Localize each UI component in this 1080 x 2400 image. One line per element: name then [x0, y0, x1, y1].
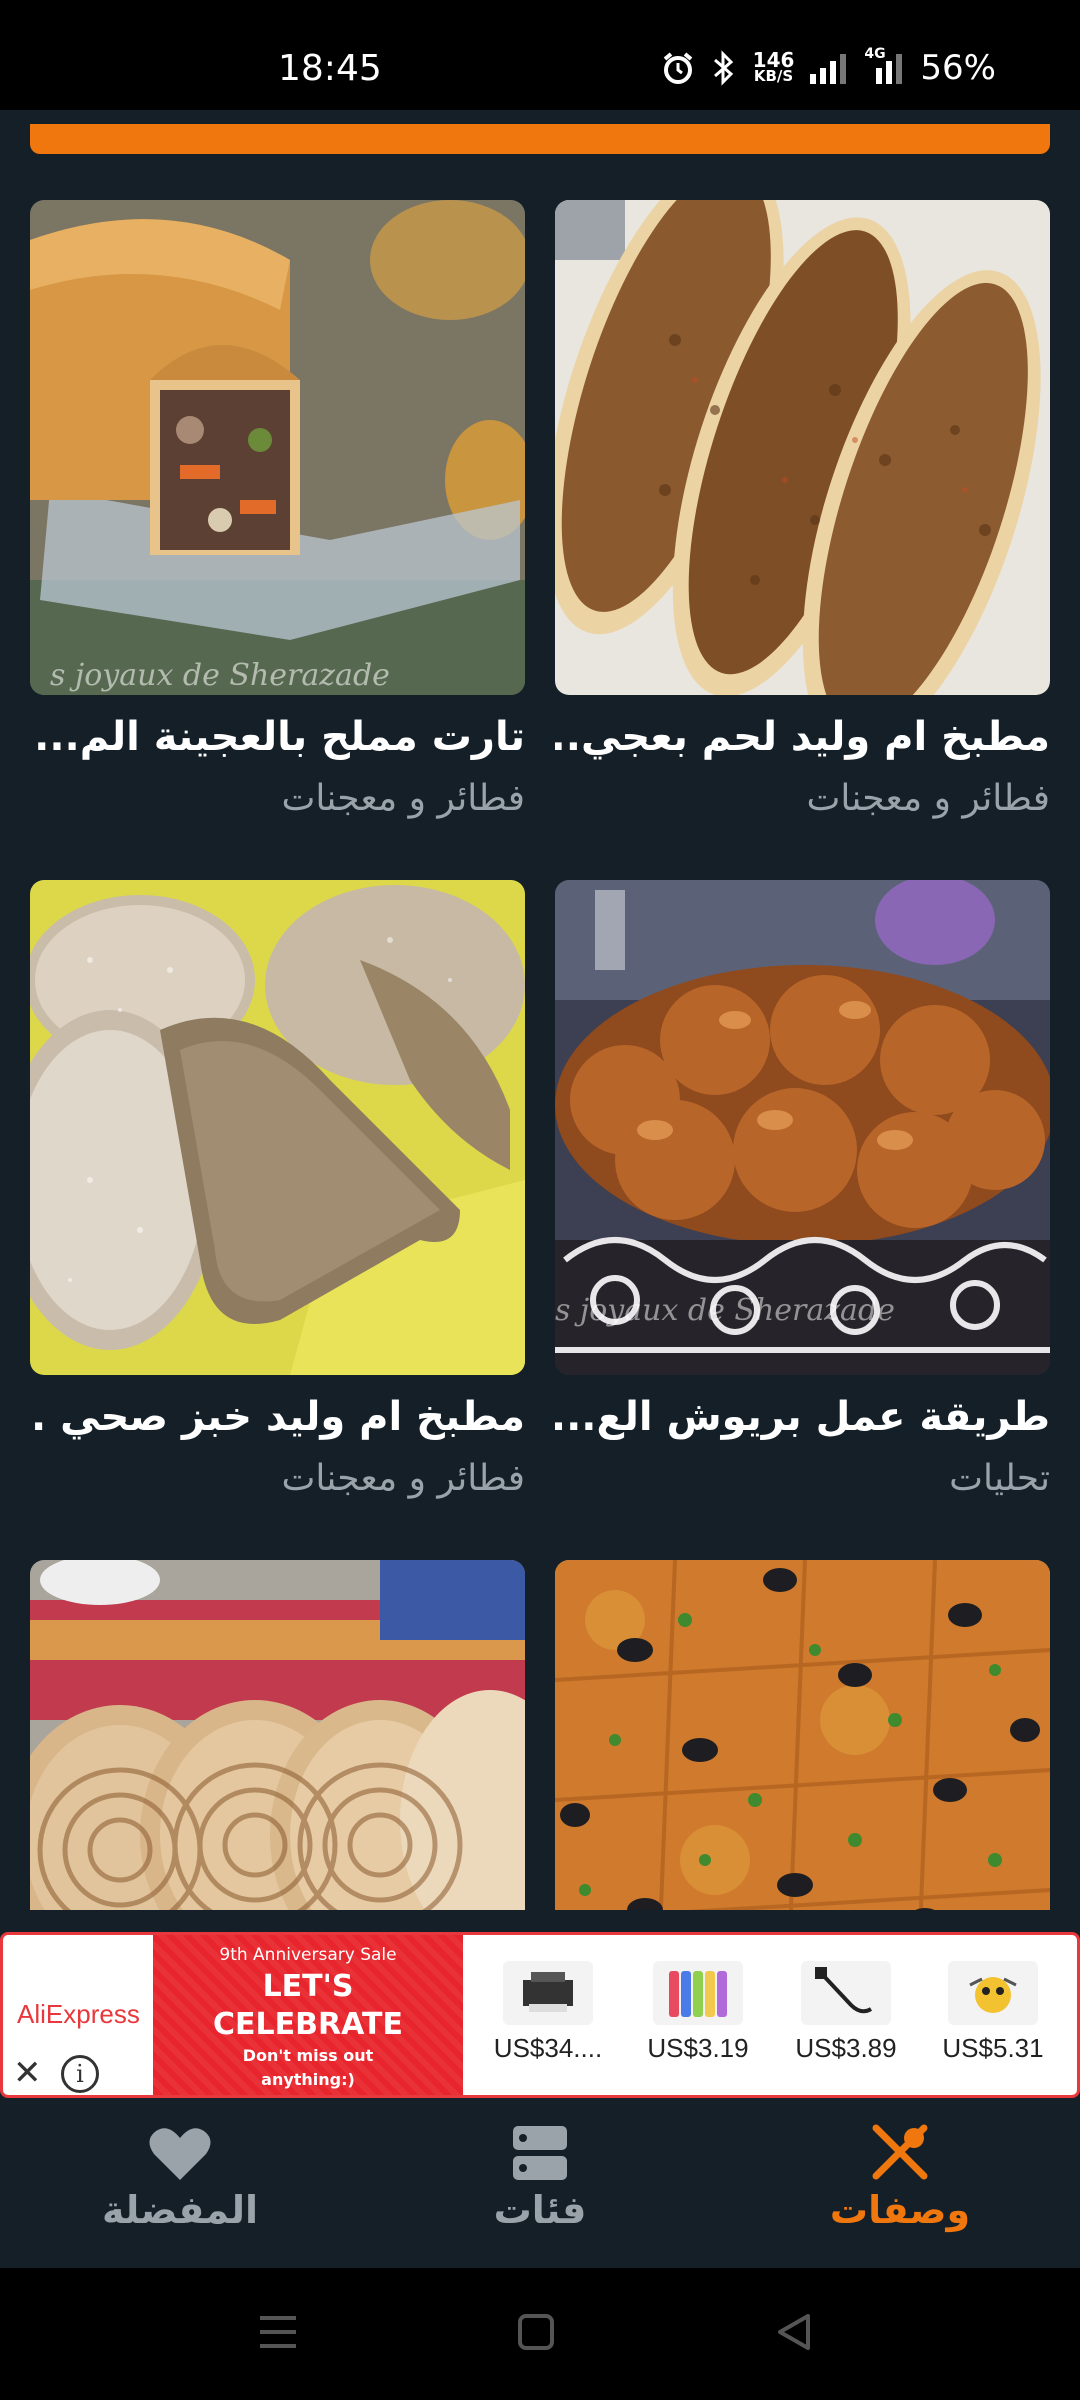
printer-product-icon: [503, 1961, 593, 2025]
fork-knife-icon: [770, 2112, 1030, 2182]
heart-icon: [50, 2112, 310, 2182]
ad-product[interactable]: US$3.89: [781, 1961, 911, 2064]
ad-close-icon[interactable]: ✕: [13, 2053, 42, 2093]
recipe-title[interactable]: طريقة عمل بريوش الع...: [555, 1394, 1050, 1440]
ad-sub-2: anything:): [261, 2070, 355, 2089]
nav-label: فئات: [493, 2188, 587, 2232]
net-speed-value: 146: [752, 48, 795, 72]
ad-product[interactable]: US$34....: [483, 1961, 613, 2064]
back-icon[interactable]: [774, 2312, 814, 2356]
recipe-title[interactable]: تارت مملح بالعجينة الم...: [30, 714, 525, 760]
recipe-card[interactable]: [555, 1560, 1050, 1910]
ad-product-price: US$3.89: [795, 2033, 897, 2063]
status-time: 18:45: [278, 48, 382, 89]
ad-promo-image[interactable]: 9th Anniversary Sale LET'S CELEBRATE Don…: [153, 1935, 463, 2095]
phone-case-product-icon: [653, 1961, 743, 2025]
brioche-watermark: s joyaux de Sherazade: [555, 1293, 895, 1328]
header-accent-bar: [30, 124, 1050, 154]
ad-sub-1: Don't miss out: [242, 2046, 374, 2065]
nav-item-categories[interactable]: فئات: [410, 2112, 670, 2268]
recipe-grid[interactable]: مطبخ ام وليد لحم بعجي... فطائر و معجنات: [0, 200, 1080, 1910]
battery-level: 56%: [920, 48, 996, 88]
ad-product-price: US$34....: [493, 2033, 603, 2063]
ad-banner[interactable]: AliExpress ✕ i 9th Anniversary Sale LET'…: [0, 1932, 1080, 2098]
bluetooth-icon: [709, 50, 739, 86]
ad-product[interactable]: US$3.19: [633, 1961, 763, 2064]
recipe-card[interactable]: [30, 1560, 525, 1910]
system-nav-bar: [0, 2268, 1080, 2400]
alarm-icon: [661, 51, 695, 85]
ad-product[interactable]: US$5.31: [928, 1961, 1058, 2064]
toy-product-icon: [948, 1961, 1038, 2025]
cable-product-icon: [801, 1961, 891, 2025]
recipe-category: تحليات: [949, 1458, 1050, 1499]
recipe-category: فطائر و معجنات: [806, 778, 1050, 819]
brioche-photo[interactable]: s joyaux de Sherazade: [555, 880, 1050, 1375]
nav-label: وصفات: [829, 2188, 971, 2232]
recipe-card[interactable]: مطبخ ام وليد خبز صحي ... فطائر و معجنات: [30, 880, 525, 1499]
aliexpress-logo[interactable]: AliExpress: [17, 1999, 140, 2030]
network-type: 4G: [864, 46, 886, 62]
signal-icon: [808, 52, 850, 84]
savory-tart-photo[interactable]: s joyaux de Sherazade: [30, 200, 525, 695]
lahm-bi-ajeen-photo[interactable]: [555, 200, 1050, 695]
nav-item-favorites[interactable]: المفضلة: [50, 2112, 310, 2268]
recipe-title[interactable]: مطبخ ام وليد لحم بعجي...: [555, 714, 1050, 760]
nav-label: المفضلة: [101, 2188, 259, 2232]
recipe-category: فطائر و معجنات: [281, 778, 525, 819]
status-icons: 146 KB/S 4G 56%: [661, 46, 996, 90]
ad-product-price: US$3.19: [647, 2033, 749, 2063]
pizza-olives-photo[interactable]: [555, 1560, 1050, 1910]
ad-headline-1: LET'S: [262, 1969, 354, 2004]
bottom-nav: المفضلة فئات وصفات: [0, 2112, 1080, 2268]
recipe-card[interactable]: s joyaux de Sherazade تارت مملح بالعجينة…: [30, 200, 525, 819]
recipe-card[interactable]: مطبخ ام وليد لحم بعجي... فطائر و معجنات: [555, 200, 1050, 819]
tart-watermark: s joyaux de Sherazade: [50, 658, 390, 693]
ad-product-price: US$5.31: [942, 2033, 1044, 2063]
healthy-bread-photo[interactable]: [30, 880, 525, 1375]
net-speed: 146 KB/S: [752, 48, 795, 85]
menu-icon[interactable]: [258, 2312, 298, 2356]
recipe-title[interactable]: مطبخ ام وليد خبز صحي ...: [30, 1394, 525, 1440]
signal-4g-icon: 4G: [864, 46, 906, 84]
status-bar: 18:45 146 KB/S 4G 56%: [0, 0, 1080, 110]
recipe-card[interactable]: s joyaux de Sherazade طريقة عمل بريوش ال…: [555, 880, 1050, 1499]
categories-icon: [410, 2112, 670, 2182]
net-speed-unit: KB/S: [753, 67, 794, 85]
ad-headline-2: CELEBRATE: [213, 2007, 403, 2042]
recipe-category: فطائر و معجنات: [281, 1458, 525, 1499]
ad-sale-text: 9th Anniversary Sale: [219, 1945, 397, 1965]
ad-info-icon[interactable]: i: [61, 2055, 99, 2093]
nav-item-recipes[interactable]: وصفات: [770, 2112, 1030, 2268]
home-icon[interactable]: [516, 2312, 556, 2356]
flatbread-photo[interactable]: [30, 1560, 525, 1910]
